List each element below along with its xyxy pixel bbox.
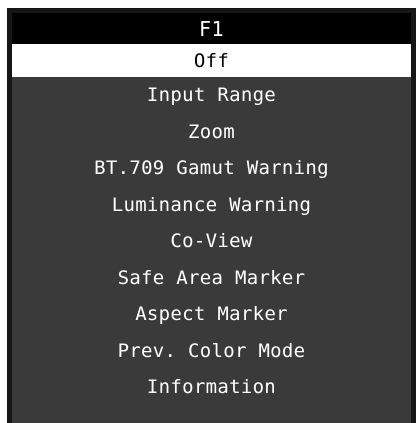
osd-menu-panel: F1 Off Input Range Zoom BT.709 Gamut War… bbox=[12, 13, 411, 423]
menu-item-input-range[interactable]: Input Range bbox=[12, 77, 411, 114]
menu-item-zoom[interactable]: Zoom bbox=[12, 114, 411, 151]
osd-menu-window: F1 Off Input Range Zoom BT.709 Gamut War… bbox=[7, 8, 416, 423]
menu-title: F1 bbox=[12, 13, 411, 44]
menu-options-list: Off Input Range Zoom BT.709 Gamut Warnin… bbox=[12, 44, 411, 406]
menu-item-aspect-marker[interactable]: Aspect Marker bbox=[12, 296, 411, 333]
menu-item-information[interactable]: Information bbox=[12, 369, 411, 406]
menu-item-safe-area-marker[interactable]: Safe Area Marker bbox=[12, 260, 411, 297]
menu-item-bt709-gamut-warning[interactable]: BT.709 Gamut Warning bbox=[12, 150, 411, 187]
menu-item-co-view[interactable]: Co-View bbox=[12, 223, 411, 260]
menu-item-prev-color-mode[interactable]: Prev. Color Mode bbox=[12, 333, 411, 370]
menu-item-luminance-warning[interactable]: Luminance Warning bbox=[12, 187, 411, 224]
menu-item-off[interactable]: Off bbox=[12, 44, 411, 77]
